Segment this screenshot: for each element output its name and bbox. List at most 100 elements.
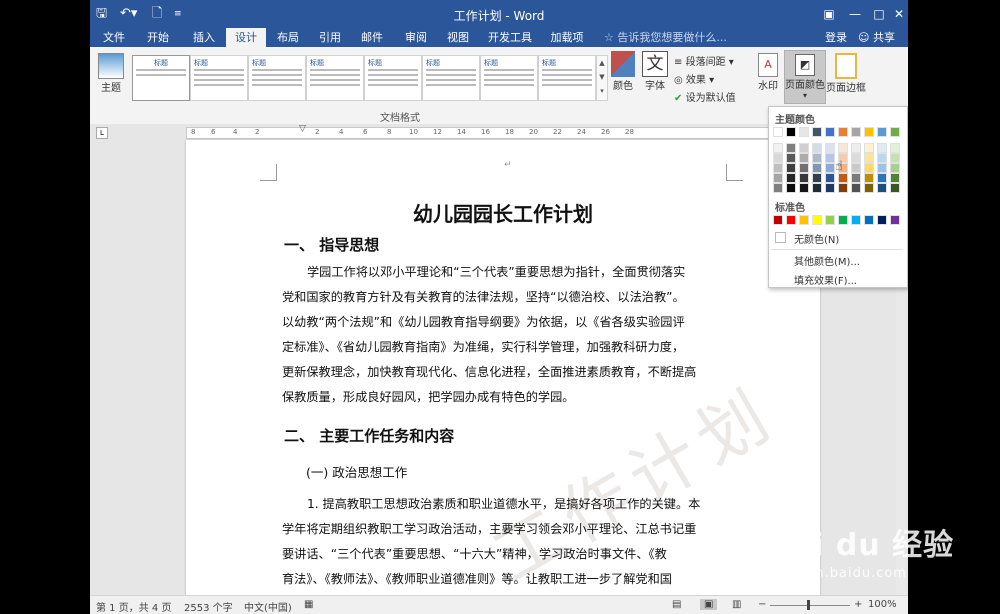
document-page[interactable]: 工作计划 ↵ 幼儿园园长工作计划 一、 指导思想 学园工作将以邓小平理论和“三个…	[186, 140, 820, 598]
color-swatch[interactable]	[812, 173, 822, 183]
tab-insert[interactable]: 插入	[184, 28, 224, 47]
tell-me-search[interactable]: ☆ 告诉我您想要做什么...	[604, 28, 727, 47]
print-layout-icon[interactable]: ▣	[700, 599, 718, 610]
horizontal-ruler[interactable]: 8 6 4 2 2 4 6 8 10 12 14 16 18 20 22 24 …	[186, 124, 808, 139]
color-swatch[interactable]	[851, 153, 861, 163]
color-swatch[interactable]	[851, 183, 861, 193]
color-swatch[interactable]	[877, 153, 887, 163]
style-set-item[interactable]: 标题	[480, 55, 538, 101]
themes-button[interactable]: 主题	[96, 53, 126, 94]
color-swatch[interactable]	[851, 127, 861, 137]
tab-design[interactable]: 设计	[226, 28, 266, 47]
paragraph-spacing-button[interactable]: ≡ 段落间距 ▾	[674, 53, 734, 68]
style-set-item[interactable]: 标题	[190, 55, 248, 101]
color-swatch[interactable]	[799, 127, 809, 137]
color-swatch[interactable]	[838, 173, 848, 183]
color-swatch[interactable]	[825, 143, 835, 153]
color-swatch[interactable]	[877, 143, 887, 153]
color-swatch[interactable]	[864, 173, 874, 183]
colors-button[interactable]: 颜色	[608, 51, 638, 92]
watermark-button[interactable]: A 水印	[754, 53, 782, 92]
color-swatch[interactable]	[890, 215, 900, 225]
close-icon[interactable]: ✕	[886, 4, 908, 24]
tab-addins[interactable]: 加载项	[544, 28, 590, 47]
color-swatch[interactable]	[864, 215, 874, 225]
color-swatch[interactable]	[812, 153, 822, 163]
color-swatch[interactable]	[877, 215, 887, 225]
style-set-item[interactable]: 标题	[422, 55, 480, 101]
tab-view[interactable]: 视图	[438, 28, 478, 47]
color-swatch[interactable]	[825, 173, 835, 183]
color-swatch[interactable]	[786, 215, 796, 225]
color-swatch[interactable]	[773, 163, 783, 173]
color-swatch[interactable]	[838, 215, 848, 225]
web-layout-icon[interactable]: ▥	[732, 599, 741, 610]
gallery-scroll[interactable]: ▲ ▼ ▾	[596, 55, 608, 101]
color-swatch[interactable]	[773, 183, 783, 193]
color-swatch[interactable]	[812, 143, 822, 153]
color-swatch[interactable]	[864, 127, 874, 137]
zoom-slider-thumb[interactable]	[807, 600, 810, 610]
color-swatch[interactable]	[877, 127, 887, 137]
color-swatch[interactable]	[877, 163, 887, 173]
color-swatch[interactable]	[773, 143, 783, 153]
tab-layout[interactable]: 布局	[268, 28, 308, 47]
tab-selector[interactable]: L	[96, 127, 108, 139]
color-swatch[interactable]	[877, 183, 887, 193]
color-swatch[interactable]	[786, 173, 796, 183]
color-swatch[interactable]	[851, 143, 861, 153]
color-swatch[interactable]	[825, 183, 835, 193]
zoom-out-icon[interactable]: −	[758, 599, 766, 610]
color-swatch[interactable]	[773, 153, 783, 163]
color-swatch[interactable]	[773, 215, 783, 225]
page-color-button[interactable]: ◩ 页面颜色 ▾	[784, 50, 826, 104]
fonts-button[interactable]: 文 字体	[640, 51, 670, 92]
tab-review[interactable]: 审阅	[396, 28, 436, 47]
color-swatch[interactable]	[812, 183, 822, 193]
color-swatch[interactable]	[786, 183, 796, 193]
tab-mailings[interactable]: 邮件	[352, 28, 392, 47]
color-swatch[interactable]	[799, 183, 809, 193]
color-swatch[interactable]	[799, 153, 809, 163]
color-swatch[interactable]	[864, 143, 874, 153]
color-swatch[interactable]	[799, 173, 809, 183]
fill-effects-option[interactable]: 填充效果(F)...	[794, 272, 857, 287]
color-swatch[interactable]	[825, 153, 835, 163]
zoom-in-icon[interactable]: +	[854, 599, 862, 610]
sign-in-link[interactable]: 登录	[825, 28, 847, 47]
color-swatch[interactable]	[825, 163, 835, 173]
color-swatch[interactable]	[786, 153, 796, 163]
more-colors-option[interactable]: 其他颜色(M)...	[794, 253, 860, 268]
share-button[interactable]: ☺ 共享	[858, 28, 895, 47]
indent-marker-icon[interactable]: ▽	[299, 124, 306, 134]
color-swatch[interactable]	[890, 143, 900, 153]
color-swatch[interactable]	[864, 183, 874, 193]
color-swatch[interactable]	[773, 173, 783, 183]
color-swatch[interactable]	[864, 163, 874, 173]
style-set-item[interactable]: 标题	[132, 55, 190, 101]
color-swatch[interactable]	[851, 215, 861, 225]
style-set-item[interactable]: 标题	[248, 55, 306, 101]
tab-developer[interactable]: 开发工具	[482, 28, 538, 47]
tab-file[interactable]: 文件	[94, 28, 134, 47]
color-swatch[interactable]	[838, 127, 848, 137]
color-swatch[interactable]	[812, 127, 822, 137]
color-swatch[interactable]	[864, 153, 874, 163]
color-swatch[interactable]	[838, 183, 848, 193]
color-swatch[interactable]	[890, 163, 900, 173]
page-count[interactable]: 第 1 页，共 4 页	[96, 599, 171, 614]
macro-record-icon[interactable]: ▦	[304, 599, 313, 610]
zoom-slider[interactable]	[770, 605, 850, 606]
style-set-item[interactable]: 标题	[538, 55, 596, 101]
color-swatch[interactable]	[825, 127, 835, 137]
color-swatch[interactable]	[799, 163, 809, 173]
no-color-option[interactable]: 无颜色(N)	[794, 231, 839, 246]
color-swatch[interactable]	[890, 127, 900, 137]
color-swatch[interactable]	[838, 143, 848, 153]
minimize-icon[interactable]: —	[842, 4, 868, 24]
color-swatch[interactable]	[890, 153, 900, 163]
color-swatch[interactable]	[890, 173, 900, 183]
style-set-item[interactable]: 标题	[364, 55, 422, 101]
language-indicator[interactable]: 中文(中国)	[244, 599, 292, 614]
color-swatch[interactable]	[773, 127, 783, 137]
